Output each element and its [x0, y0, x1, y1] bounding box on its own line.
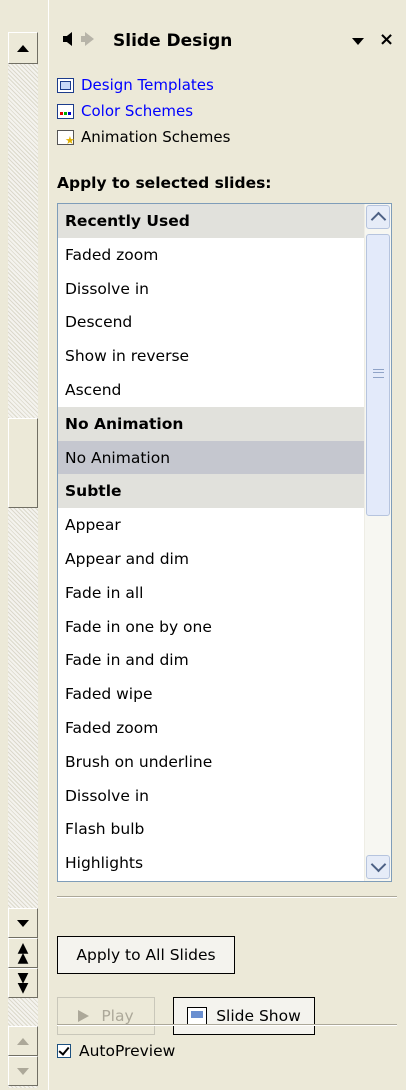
color-schemes-label[interactable]: Color Schemes: [81, 102, 193, 120]
list-group-header: No Animation: [58, 406, 364, 441]
autopreview-checkbox[interactable]: AutoPreview: [57, 1042, 175, 1060]
autopreview-label: AutoPreview: [79, 1042, 176, 1060]
scroll-down-button[interactable]: [8, 908, 38, 938]
list-scroll-down-button[interactable]: [366, 855, 390, 879]
list-item[interactable]: No Animation: [58, 440, 364, 475]
next-slide-button[interactable]: ▼ ▼: [8, 968, 38, 998]
design-templates-label[interactable]: Design Templates: [81, 76, 214, 94]
chevron-up-icon: [370, 211, 386, 228]
list-item[interactable]: Descend: [58, 305, 364, 339]
list-item[interactable]: Appear: [58, 508, 364, 542]
apply-to-selected-label: Apply to selected slides:: [57, 174, 272, 192]
slide-show-label: Slide Show: [216, 1007, 301, 1025]
design-templates-link[interactable]: Design Templates: [57, 74, 214, 96]
pane-menu-dropdown-icon[interactable]: [352, 38, 364, 45]
document-vertical-scrollbar[interactable]: ▲ ▲ ▼ ▼: [0, 0, 48, 1090]
animation-schemes-link[interactable]: ★ Animation Schemes: [57, 126, 230, 148]
list-item[interactable]: Ascend: [58, 373, 364, 407]
arrow-up-icon: [17, 44, 29, 52]
play-button[interactable]: Play: [57, 997, 155, 1035]
task-pane-header: Slide Design ×: [49, 18, 406, 66]
slide-show-icon: [187, 1007, 208, 1025]
play-icon: [78, 1010, 90, 1022]
arrow-down-icon: [17, 1067, 29, 1075]
list-item[interactable]: Dissolve in: [58, 272, 364, 306]
list-item[interactable]: Brush on underline: [58, 745, 364, 779]
apply-to-all-slides-button[interactable]: Apply to All Slides: [57, 936, 235, 974]
scroll-up-button[interactable]: [8, 32, 38, 64]
grip-icon: [373, 369, 384, 378]
forward-arrow-icon[interactable]: [81, 32, 94, 46]
animation-schemes-label[interactable]: Animation Schemes: [81, 128, 230, 146]
list-item[interactable]: Highlights: [58, 846, 364, 880]
color-schemes-icon: [57, 103, 74, 119]
slide-show-button[interactable]: Slide Show: [173, 997, 315, 1035]
list-item[interactable]: Dissolve in: [58, 779, 364, 813]
back-arrow-icon[interactable]: [63, 32, 72, 46]
list-scrollbar-thumb[interactable]: [366, 234, 390, 516]
list-item[interactable]: Show in reverse: [58, 339, 364, 373]
hscroll-up-button[interactable]: [8, 1026, 38, 1056]
hscroll-down-button[interactable]: [8, 1056, 38, 1086]
double-up-icon: ▲ ▲: [17, 940, 29, 966]
list-item[interactable]: Flash bulb: [58, 812, 364, 846]
task-pane: Slide Design × Design Templates Color Sc…: [48, 0, 406, 1090]
double-down-icon: ▼ ▼: [17, 970, 29, 996]
previous-slide-button[interactable]: ▲ ▲: [8, 938, 38, 968]
design-templates-icon: [57, 77, 74, 93]
animation-schemes-list[interactable]: Recently Used Faded zoom Dissolve in Descen…: [57, 203, 392, 882]
list-group-header: Recently Used: [58, 204, 364, 238]
color-schemes-link[interactable]: Color Schemes: [57, 100, 193, 122]
list-item[interactable]: Fade in all: [58, 576, 364, 610]
checkbox-checked-icon[interactable]: [57, 1044, 71, 1058]
list-item[interactable]: Appear and dim: [58, 542, 364, 576]
arrow-down-icon: [17, 919, 29, 927]
arrow-up-icon: [17, 1037, 29, 1045]
list-item[interactable]: Faded wipe: [58, 677, 364, 711]
chevron-down-icon: [370, 856, 386, 873]
play-label: Play: [101, 1007, 134, 1025]
divider: [57, 896, 397, 898]
pane-title[interactable]: Slide Design: [113, 31, 232, 51]
list-item[interactable]: Fade in one by one: [58, 610, 364, 644]
apply-to-all-slides-label: Apply to All Slides: [76, 946, 216, 964]
list-group-header: Subtle: [58, 474, 364, 509]
list-item[interactable]: Faded zoom: [58, 238, 364, 272]
divider: [57, 1024, 397, 1026]
list-scrollbar[interactable]: [364, 204, 391, 881]
list-scroll-up-button[interactable]: [366, 205, 390, 229]
scrollbar-thumb[interactable]: [8, 418, 38, 508]
list-item[interactable]: Faded zoom: [58, 711, 364, 745]
animation-schemes-icon: ★: [57, 129, 75, 146]
close-icon[interactable]: ×: [379, 29, 394, 50]
list-item[interactable]: Fade in and dim: [58, 643, 364, 677]
